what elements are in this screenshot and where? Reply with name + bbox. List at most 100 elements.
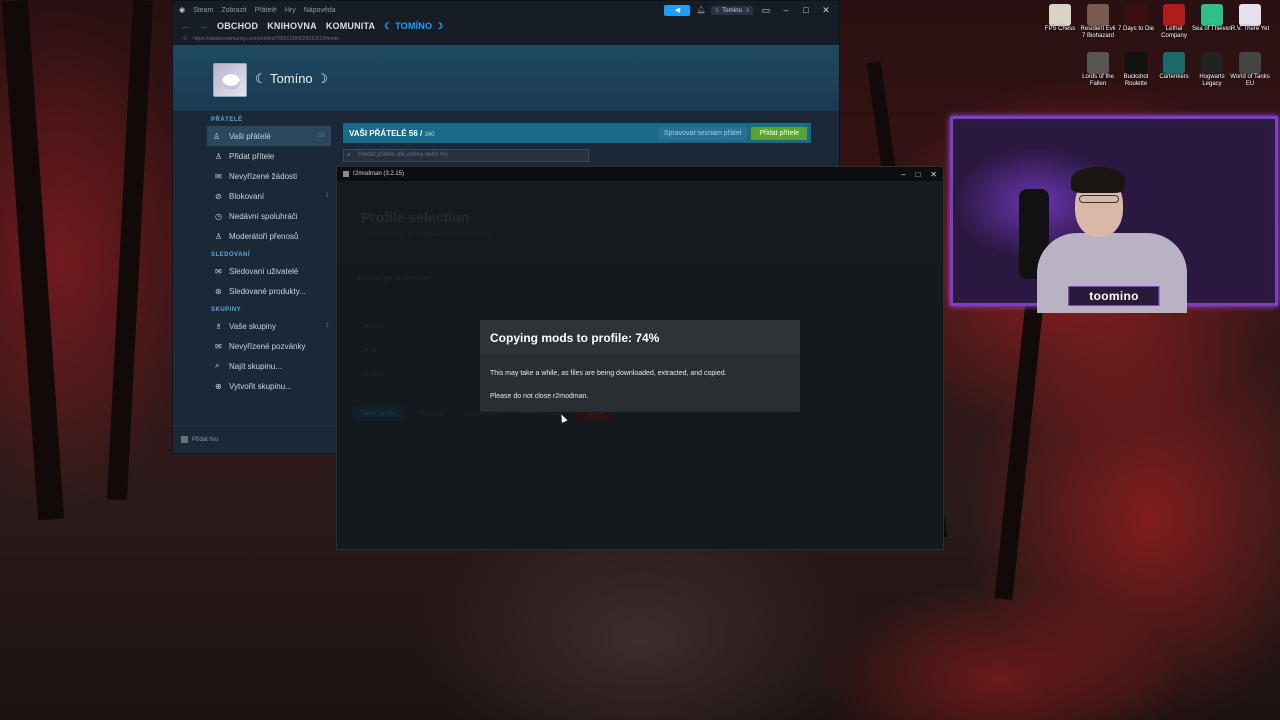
mail-icon: ✉ xyxy=(215,341,222,351)
plus-circle-icon: ⊕ xyxy=(215,381,222,391)
sidebar-item-followed-users[interactable]: ✉ Sledovaní uživatelé xyxy=(173,261,335,281)
add-friend-button[interactable]: Přidat přítele xyxy=(751,126,807,140)
desktop-icon[interactable]: Lords of the Fallen xyxy=(1078,48,1118,88)
sidebar-item-blocked[interactable]: ⊘ Blokovaní 1 xyxy=(173,186,335,206)
user-icon: ♙ xyxy=(213,131,221,141)
r2modman-title: r2modman (3.2.15) xyxy=(353,171,405,177)
sidebar-item-pending-invites[interactable]: ✉ Nevyřízené pozvánky xyxy=(173,336,335,356)
tree-trunk xyxy=(106,0,154,501)
webcam-overlay: toomino xyxy=(950,116,1278,313)
desktop-icon[interactable]: Sea of Thieves xyxy=(1192,0,1232,33)
webcam-scene xyxy=(957,123,1271,313)
manage-friends-button[interactable]: Spravovat seznam přátel xyxy=(657,126,748,140)
groups-count: 1 xyxy=(325,323,329,329)
forward-arrow-icon[interactable]: → xyxy=(199,21,208,31)
back-to-game-selection[interactable]: ← Back to game selection xyxy=(349,275,430,282)
friends-header-bar: VAŠI PŘÁTELÉ 56 / 340 Spravovat seznam p… xyxy=(343,123,811,143)
desktop-icon[interactable]: Cartenkers xyxy=(1154,48,1194,81)
friend-search-input[interactable]: ⌕ Hledat přátele dle jména nebo hry xyxy=(343,149,589,162)
menu-friends[interactable]: Přátelé xyxy=(255,7,277,14)
monitor-icon[interactable]: ▭ xyxy=(759,5,773,16)
sidebar-item-label: Vaši přátelé xyxy=(229,131,271,141)
modal-message: This may take a while, as files are bein… xyxy=(490,370,727,377)
sidebar-item-label: Sledované produkty... xyxy=(229,286,306,296)
streamer-hair xyxy=(1071,167,1125,193)
gamepad-icon: ⊛ xyxy=(215,286,222,296)
moderator-icon: ♙ xyxy=(215,231,223,241)
tab-library[interactable]: KNIHOVNA xyxy=(267,21,317,31)
announcement-icon[interactable]: ◀ xyxy=(664,4,691,16)
profile-item[interactable]: stream xyxy=(361,371,382,378)
r2modman-logo-icon xyxy=(343,171,349,177)
menu-steam[interactable]: Steam xyxy=(193,7,213,14)
sidebar-item-create-group[interactable]: ⊕ Vytvořit skupinu... xyxy=(173,376,335,396)
mail-icon: ✉ xyxy=(215,266,222,276)
section-following: SLEDOVANÍ xyxy=(211,252,251,258)
sidebar-item-add-friend[interactable]: ♙ Přidat přítele xyxy=(173,146,335,166)
desktop-icon[interactable]: Lethal Company xyxy=(1154,0,1194,40)
sidebar-item-your-groups[interactable]: ♗ Vaše skupiny 1 xyxy=(173,316,335,336)
modal-title: Copying mods to profile: 74% xyxy=(480,320,800,356)
sidebar-item-label: Nevyřízené žádosti xyxy=(229,171,298,181)
sidebar-item-label: Vytvořit skupinu... xyxy=(229,381,292,391)
steam-nav: ← → OBCHOD KNIHOVNA KOMUNITA ☾ TOMÍNO ☽ xyxy=(173,19,839,33)
profile-header: ☾ Tomíno ☽ xyxy=(173,45,839,111)
tab-community[interactable]: KOMUNITA xyxy=(326,21,375,31)
url-text: https://steamcommunity.com/profiles/7656… xyxy=(193,36,339,42)
profile-name[interactable]: ☾ Tomíno ☽ xyxy=(255,71,328,87)
desktop-icon[interactable]: FPS Chess xyxy=(1040,0,1080,33)
desktop-icon[interactable]: R.V. There Yet xyxy=(1230,0,1270,33)
r2modman-titlebar: r2modman (3.2.15) – □ ✕ xyxy=(337,167,943,181)
page-title: Profile selection xyxy=(361,209,470,225)
block-icon: ⊘ xyxy=(215,191,222,201)
select-profile-button[interactable]: Select profile xyxy=(353,407,404,421)
desktop-icon[interactable]: Resident Evil 7 Biohazard xyxy=(1078,0,1118,40)
section-friends: PŘÁTELÉ xyxy=(211,117,243,123)
url-bar[interactable]: ↻ https://steamcommunity.com/profiles/765… xyxy=(173,33,839,45)
desktop-icon[interactable]: Buckshot Roulette xyxy=(1116,48,1156,88)
desktop-icon[interactable]: 7 Days to Die xyxy=(1116,0,1156,33)
desktop-icon[interactable]: Hogwarts Legacy xyxy=(1192,48,1232,88)
back-arrow-icon[interactable]: ← xyxy=(181,21,190,31)
sidebar-item-recent-players[interactable]: ◷ Nedávní spoluhráči xyxy=(173,206,335,226)
rename-button[interactable]: Rename xyxy=(412,407,451,421)
sidebar-item-label: Vaše skupiny xyxy=(229,321,276,331)
search-icon: ⌕ xyxy=(347,152,351,158)
mail-icon: ✉ xyxy=(215,171,222,181)
add-game-button[interactable]: Přidat hru xyxy=(173,425,335,453)
minimize-icon[interactable]: – xyxy=(779,5,793,15)
menu-help[interactable]: Nápověda xyxy=(304,7,336,14)
search-placeholder: Hledat přátele dle jména nebo hry xyxy=(358,152,449,158)
tree-trunk xyxy=(1,0,65,521)
glasses-icon xyxy=(1079,195,1119,203)
modal-warning: Please do not close r2modman. xyxy=(490,393,589,400)
sidebar-item-pending-requests[interactable]: ✉ Nevyřízené žádosti xyxy=(173,166,335,186)
desktop-icon[interactable]: World of Tanks EU xyxy=(1230,48,1270,88)
search-icon: ⌕ xyxy=(215,361,220,370)
close-icon[interactable]: ✕ xyxy=(819,5,833,16)
profile-item[interactable]: Lena xyxy=(361,347,377,354)
steam-titlebar: ◉ Steam Zobrazit Přátelé Hry Nápověda ◀ … xyxy=(173,1,839,19)
add-user-icon: ♙ xyxy=(215,151,223,161)
profile-item[interactable]: Default xyxy=(361,323,383,330)
maximize-icon[interactable]: □ xyxy=(915,170,920,179)
sidebar-item-label: Moderátoři přenosů xyxy=(229,231,299,241)
sidebar-item-your-friends[interactable]: ♙ Vaši přátelé 56 xyxy=(207,126,331,146)
tab-store[interactable]: OBCHOD xyxy=(217,21,258,31)
blocked-count: 1 xyxy=(325,193,329,199)
menu-view[interactable]: Zobrazit xyxy=(221,7,246,14)
menu-games[interactable]: Hry xyxy=(285,7,296,14)
bell-icon[interactable]: 🔔︎ xyxy=(696,6,705,14)
desktop-icons: FPS Chess Resident Evil 7 Biohazard 7 Da… xyxy=(1030,0,1280,118)
avatar[interactable] xyxy=(213,63,247,97)
sidebar-item-label: Nedávní spoluhráči xyxy=(229,211,298,221)
sidebar-item-broadcast-moderators[interactable]: ♙ Moderátoři přenosů xyxy=(173,226,335,246)
user-menu[interactable]: ☾ Tomíno ☽ xyxy=(711,5,753,15)
minimize-icon[interactable]: – xyxy=(901,170,905,179)
refresh-icon[interactable]: ↻ xyxy=(183,36,187,42)
sidebar-item-find-group[interactable]: ⌕ Najít skupinu... xyxy=(173,356,335,376)
close-icon[interactable]: ✕ xyxy=(930,170,937,179)
sidebar-item-followed-products[interactable]: ⊛ Sledované produkty... xyxy=(173,281,335,301)
maximize-icon[interactable]: □ xyxy=(799,5,813,15)
tab-profile[interactable]: ☾ TOMÍNO ☽ xyxy=(384,21,443,32)
